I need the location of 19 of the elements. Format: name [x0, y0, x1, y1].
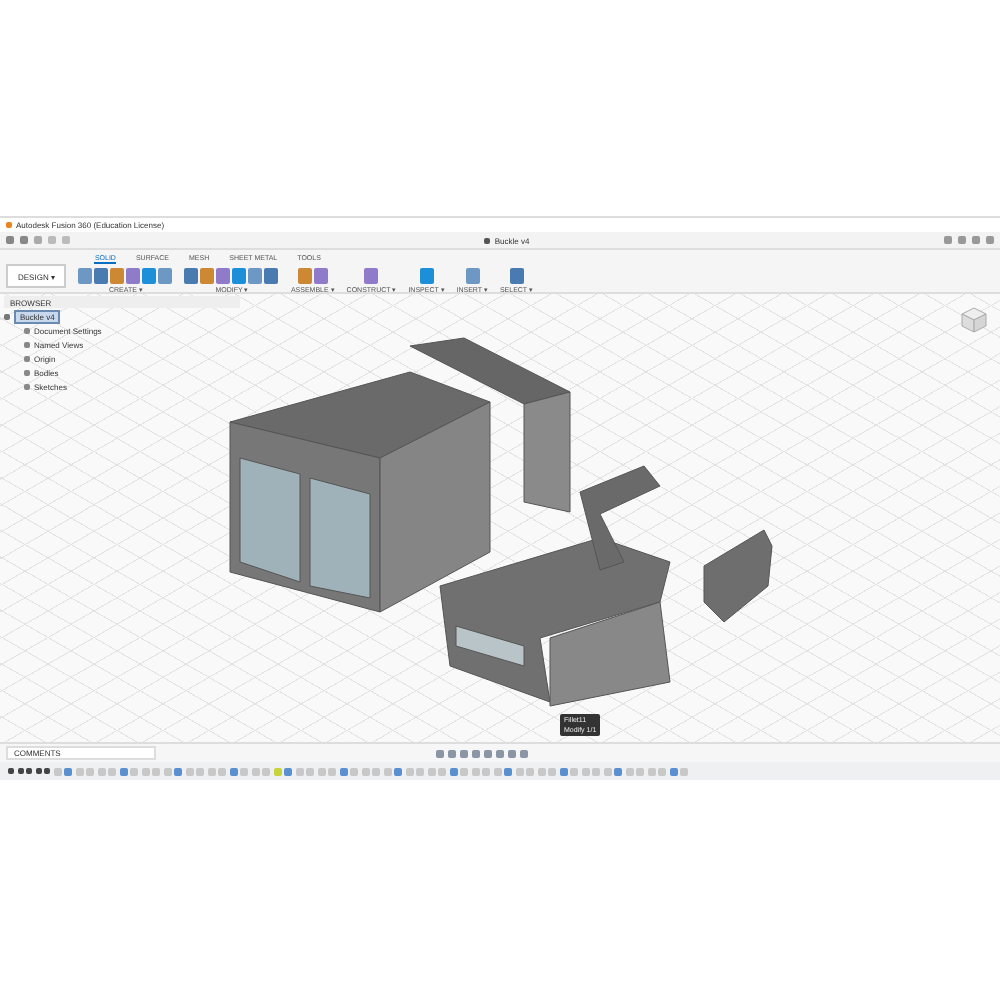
file-icon[interactable]	[20, 236, 28, 244]
app-logo-icon	[6, 222, 12, 228]
tool-icon[interactable]	[419, 268, 434, 284]
expand-icon[interactable]	[4, 313, 10, 319]
save-icon[interactable]	[34, 236, 42, 244]
tool-icon[interactable]	[364, 268, 379, 284]
view-cube-icon[interactable]	[960, 306, 988, 334]
tool-icon[interactable]	[509, 268, 524, 284]
folder-icon	[24, 355, 30, 361]
grid-menu-icon[interactable]	[6, 236, 14, 244]
undo-icon[interactable]	[48, 236, 56, 244]
tool-icon[interactable]	[465, 268, 480, 284]
help-icon[interactable]	[986, 236, 994, 244]
folder-icon	[24, 369, 30, 375]
folder-icon	[24, 327, 30, 333]
document-icon	[484, 237, 491, 243]
folder-icon	[24, 383, 30, 389]
folder-icon	[24, 341, 30, 347]
redo-icon[interactable]	[62, 236, 70, 244]
